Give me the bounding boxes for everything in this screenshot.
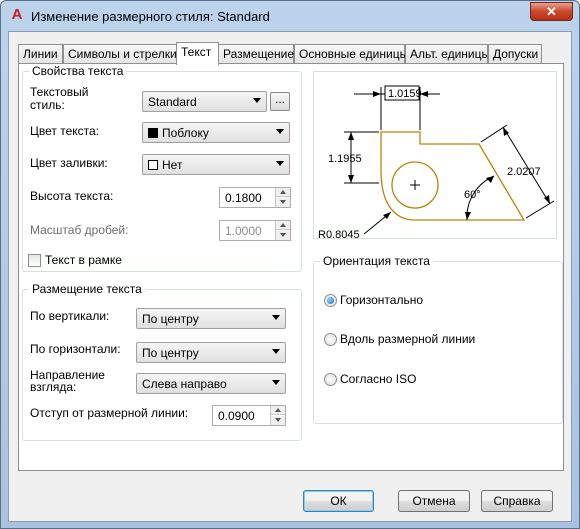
- text-color-label: Цвет текста:: [30, 124, 100, 138]
- tab-symbols-arrows[interactable]: Символы и стрелки: [63, 44, 177, 64]
- view-direction-label-line2: взгляда:: [30, 380, 77, 394]
- text-height-label: Высота текста:: [30, 189, 114, 203]
- chevron-down-icon: [276, 161, 284, 166]
- radio-aligned-label: Вдоль размерной линии: [340, 332, 476, 346]
- text-appearance-group: Свойства текста Текстовый стиль: Standar…: [22, 64, 302, 272]
- color-swatch: [148, 160, 158, 170]
- fraction-scale-spinner: 1.0000: [219, 220, 291, 241]
- offset-spinner[interactable]: 0.0900: [212, 405, 286, 426]
- text-color-value: Поблоку: [162, 126, 209, 140]
- title-bar[interactable]: A Изменение размерного стиля: Standard ✕: [1, 1, 579, 31]
- chevron-down-icon: [276, 129, 284, 134]
- radio-aligned-with-dim-line[interactable]: [324, 333, 337, 346]
- dim-angle-text: 60°: [464, 189, 481, 201]
- fill-color-label: Цвет заливки:: [30, 156, 108, 170]
- center-mark: [410, 180, 420, 190]
- autocad-logo-icon: A: [11, 6, 23, 23]
- group-title: Свойства текста: [29, 64, 127, 78]
- dim-radius-text: R0.8045: [318, 229, 360, 240]
- vertical-value: По центру: [142, 312, 199, 326]
- fraction-scale-label: Масштаб дробей:: [30, 223, 129, 237]
- tab-alternate-units[interactable]: Альт. единицы: [405, 44, 490, 64]
- part-outline: [380, 131, 526, 221]
- dim-top-text: 1.0159: [388, 88, 422, 100]
- dialog-body: Линии Символы и стрелки Текст Размещение…: [8, 31, 572, 522]
- horizontal-value: По центру: [142, 346, 199, 360]
- tab-tolerances[interactable]: Допуски: [488, 44, 542, 64]
- text-style-value: Standard: [148, 95, 197, 109]
- group-title: Ориентация текста: [320, 254, 433, 268]
- text-alignment-group: Ориентация текста Горизонтально Вдоль ра…: [313, 254, 563, 424]
- tab-text[interactable]: Текст: [176, 42, 219, 65]
- text-style-label-line2: стиль:: [30, 98, 65, 112]
- chevron-down-icon: [272, 380, 280, 385]
- view-direction-dropdown[interactable]: Слева направо: [136, 373, 286, 394]
- fill-color-value: Нет: [162, 158, 183, 172]
- window-title: Изменение размерного стиля: Standard: [31, 9, 270, 24]
- text-style-browse-button[interactable]: ...: [270, 92, 290, 111]
- help-button[interactable]: Справка: [481, 490, 553, 512]
- dim-left-text: 1.1955: [328, 153, 362, 165]
- text-style-dropdown[interactable]: Standard: [142, 91, 267, 112]
- ok-button[interactable]: ОК: [303, 490, 374, 512]
- offset-value: 0.0900: [218, 409, 255, 423]
- color-swatch: [148, 128, 158, 138]
- vertical-label: По вертикали:: [30, 309, 110, 323]
- text-placement-group: Размещение текста По вертикали: По центр…: [22, 282, 302, 441]
- cancel-button[interactable]: Отмена: [398, 490, 470, 512]
- dimension-preview: 1.0159 1.1955 2.0207 60° R0.8045: [313, 71, 557, 241]
- dialog-window: A Изменение размерного стиля: Standard ✕…: [0, 0, 580, 529]
- close-button[interactable]: ✕: [530, 2, 573, 21]
- horizontal-label: По горизонтали:: [30, 342, 121, 356]
- tab-panel-text: Свойства текста Текстовый стиль: Standar…: [18, 63, 564, 471]
- chevron-down-icon: [272, 349, 280, 354]
- draw-frame-label: Текст в рамке: [45, 253, 122, 267]
- spin-down-icon: [276, 231, 290, 240]
- view-direction-value: Слева направо: [142, 377, 227, 391]
- chevron-down-icon: [253, 98, 261, 103]
- text-color-dropdown[interactable]: Поблоку: [142, 122, 290, 143]
- dim-right-text: 2.0207: [507, 166, 541, 178]
- horizontal-dropdown[interactable]: По центру: [136, 342, 286, 363]
- spin-down-icon[interactable]: [276, 198, 290, 207]
- radio-iso-label: Согласно ISO: [340, 372, 417, 386]
- draw-frame-checkbox[interactable]: [28, 254, 41, 267]
- chevron-down-icon: [272, 315, 280, 320]
- radio-iso-standard[interactable]: [324, 373, 337, 386]
- spin-up-icon[interactable]: [271, 406, 285, 415]
- fill-color-dropdown[interactable]: Нет: [142, 154, 290, 175]
- offset-label: Отступ от размерной линии:: [30, 406, 189, 420]
- radio-horizontal[interactable]: [324, 294, 337, 307]
- tab-fit[interactable]: Размещение: [218, 44, 294, 64]
- text-height-spinner[interactable]: 0.1800: [219, 187, 291, 208]
- tab-lines[interactable]: Линии: [18, 44, 63, 64]
- spin-up-icon[interactable]: [276, 188, 290, 197]
- radio-horizontal-label: Горизонтально: [340, 293, 424, 307]
- tab-primary-units[interactable]: Основные единицы: [294, 44, 408, 64]
- vertical-dropdown[interactable]: По центру: [136, 308, 286, 329]
- preview-drawing: 1.0159 1.1955 2.0207 60° R0.8045: [318, 85, 555, 241]
- fraction-scale-value: 1.0000: [225, 224, 262, 238]
- group-title: Размещение текста: [29, 282, 145, 296]
- spin-up-icon: [276, 221, 290, 230]
- spin-down-icon[interactable]: [271, 416, 285, 425]
- text-height-value: 0.1800: [225, 191, 262, 205]
